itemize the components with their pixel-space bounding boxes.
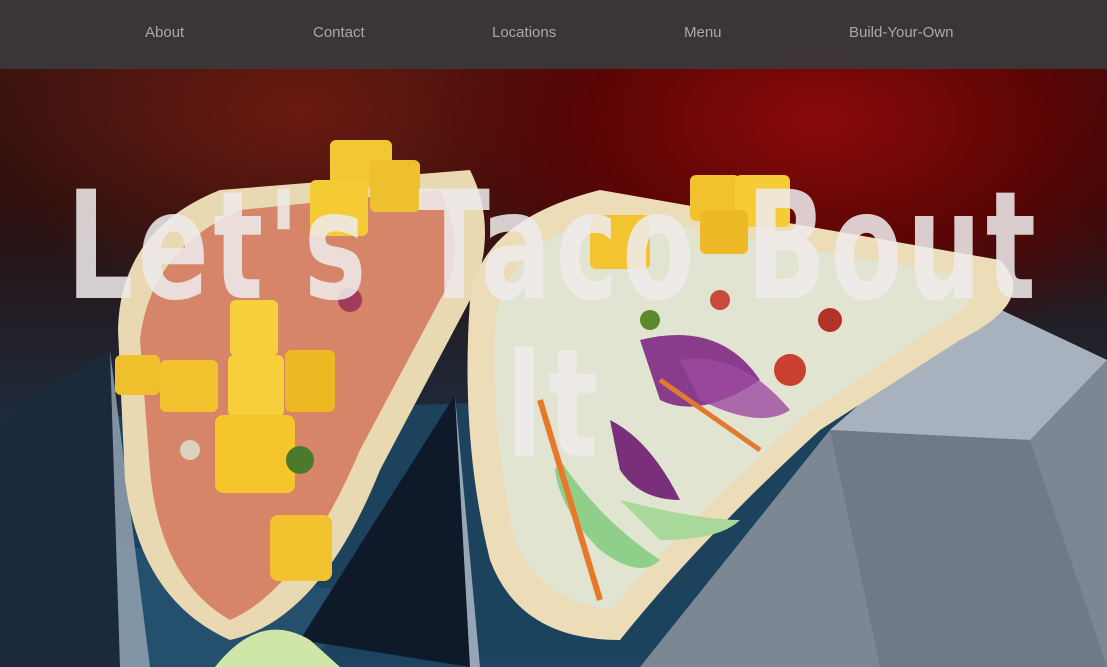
hero-headline: Let's Taco Bout It: [66, 160, 1041, 492]
nav-link-about[interactable]: About: [145, 24, 184, 41]
top-navbar: About Contact Locations Menu Build-Your-…: [0, 0, 1107, 69]
nav-link-locations[interactable]: Locations: [492, 24, 556, 41]
nav-link-contact[interactable]: Contact: [313, 24, 365, 41]
landing-page: About Contact Locations Menu Build-Your-…: [0, 0, 1107, 667]
nav-link-menu[interactable]: Menu: [684, 24, 722, 41]
hero-headline-container: Let's Taco Bout It: [0, 168, 1107, 484]
nav-link-build-your-own[interactable]: Build-Your-Own: [849, 24, 954, 41]
